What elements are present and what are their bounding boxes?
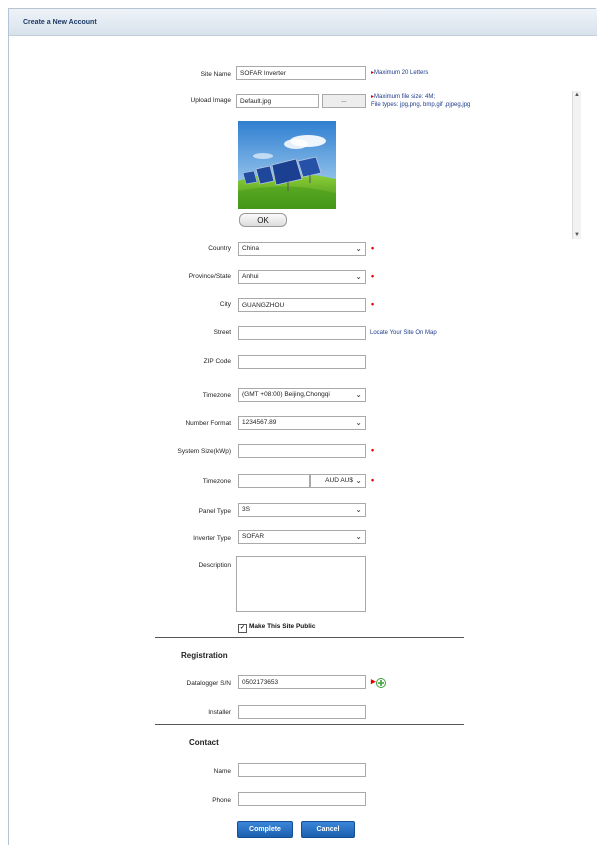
scrollbar[interactable]: ▲ ▼: [572, 91, 581, 239]
datalogger-input[interactable]: [238, 675, 366, 689]
chevron-down-icon: ⌄: [355, 476, 362, 485]
country-label: Country: [208, 245, 231, 252]
image-ok-button[interactable]: OK: [239, 213, 287, 227]
contact-name-input[interactable]: [238, 763, 366, 777]
form-header: Create a New Account: [9, 9, 597, 36]
chevron-down-icon: ⌄: [355, 244, 362, 253]
panel-type-select[interactable]: 3S ⌄: [238, 503, 366, 517]
page-title: Create a New Account: [23, 19, 97, 26]
site-image-preview: [238, 121, 336, 209]
currency-label: Timezone: [202, 478, 231, 485]
province-select[interactable]: Anhui ⌄: [238, 270, 366, 284]
panel-type-value: 3S: [242, 506, 250, 513]
site-name-hint: ▸Maximum 20 Letters: [371, 70, 429, 76]
city-label: City: [219, 301, 231, 308]
chevron-down-icon: ⌄: [355, 390, 362, 399]
province-value: Anhui: [242, 273, 259, 280]
timezone-label: Timezone: [202, 392, 231, 399]
site-name-input[interactable]: [236, 66, 366, 80]
contact-title: Contact: [189, 738, 219, 747]
chevron-down-icon: ⌄: [355, 532, 362, 541]
panel-type-label: Panel Type: [198, 508, 231, 515]
complete-button[interactable]: Complete: [237, 821, 293, 838]
currency-unit-value: AUD AU$: [325, 477, 353, 484]
make-public-row: ✓ Make This Site Public: [238, 623, 315, 633]
inverter-type-value: SOFAR: [242, 533, 265, 540]
upload-image-label: Upload Image: [190, 97, 231, 104]
chevron-down-icon: ⌄: [355, 418, 362, 427]
section-divider: [155, 637, 464, 638]
system-size-label: System Size(kWp): [177, 448, 231, 455]
add-circle-icon[interactable]: [376, 678, 386, 690]
datalogger-label: Datalogger S/N: [186, 680, 231, 687]
contact-name-label: Name: [213, 768, 231, 775]
description-textarea[interactable]: [236, 556, 366, 612]
upload-hint-types: File types: jpg,png, bmp,gif ,pjpeg,jpg: [371, 102, 471, 108]
installer-input[interactable]: [238, 705, 366, 719]
chevron-down-icon: ⌄: [355, 272, 362, 281]
solar-panel-image: [238, 121, 336, 209]
country-value: China: [242, 245, 259, 252]
system-size-input[interactable]: [238, 444, 366, 458]
upload-hint: ▸Maximum file size: 4M; File types: jpg,…: [371, 94, 471, 108]
browse-button[interactable]: ...: [322, 94, 366, 108]
required-marker-icon: •: [371, 243, 375, 253]
registration-title: Registration: [181, 651, 228, 660]
inverter-type-select[interactable]: SOFAR ⌄: [238, 530, 366, 544]
site-name-hint-text: Maximum 20 Letters: [374, 70, 429, 76]
upload-image-path-input[interactable]: [236, 94, 319, 108]
site-name-label: Site Name: [200, 71, 231, 78]
description-label: Description: [198, 562, 231, 569]
make-public-label: Make This Site Public: [249, 623, 316, 630]
inverter-type-label: Inverter Type: [193, 535, 231, 542]
add-circle-svg: [376, 678, 386, 688]
required-marker-icon: •: [371, 445, 375, 455]
contact-phone-label: Phone: [212, 797, 231, 804]
currency-amount-input[interactable]: [238, 474, 310, 488]
section-divider: [155, 724, 464, 725]
locate-on-map-link[interactable]: Locate Your Site On Map: [370, 330, 437, 336]
contact-phone-input[interactable]: [238, 792, 366, 806]
number-format-select[interactable]: 1234567.89 ⌄: [238, 416, 366, 430]
required-marker-icon: ▸: [371, 676, 376, 686]
required-marker-icon: •: [371, 475, 375, 485]
public-checkbox[interactable]: ✓: [238, 624, 247, 633]
zip-label: ZIP Code: [203, 358, 231, 365]
required-marker-icon: •: [371, 271, 375, 281]
scroll-down-icon[interactable]: ▼: [573, 231, 581, 239]
timezone-value: (GMT +08:00) Beijing,Chongqi: [242, 391, 330, 398]
scroll-up-icon[interactable]: ▲: [573, 91, 581, 99]
installer-label: Installer: [208, 709, 231, 716]
street-label: Street: [213, 329, 231, 336]
country-select[interactable]: China ⌄: [238, 242, 366, 256]
number-format-label: Number Format: [185, 420, 231, 427]
currency-unit-select[interactable]: AUD AU$ ⌄: [310, 474, 366, 488]
city-input[interactable]: [238, 298, 366, 312]
chevron-down-icon: ⌄: [355, 505, 362, 514]
timezone-select[interactable]: (GMT +08:00) Beijing,Chongqi ⌄: [238, 388, 366, 402]
province-label: Province/State: [188, 273, 231, 280]
number-format-value: 1234567.89: [242, 419, 277, 426]
street-input[interactable]: [238, 326, 366, 340]
upload-hint-size: Maximum file size: 4M;: [374, 94, 436, 100]
required-marker-icon: •: [371, 299, 375, 309]
cancel-button[interactable]: Cancel: [301, 821, 355, 838]
zip-input[interactable]: [238, 355, 366, 369]
